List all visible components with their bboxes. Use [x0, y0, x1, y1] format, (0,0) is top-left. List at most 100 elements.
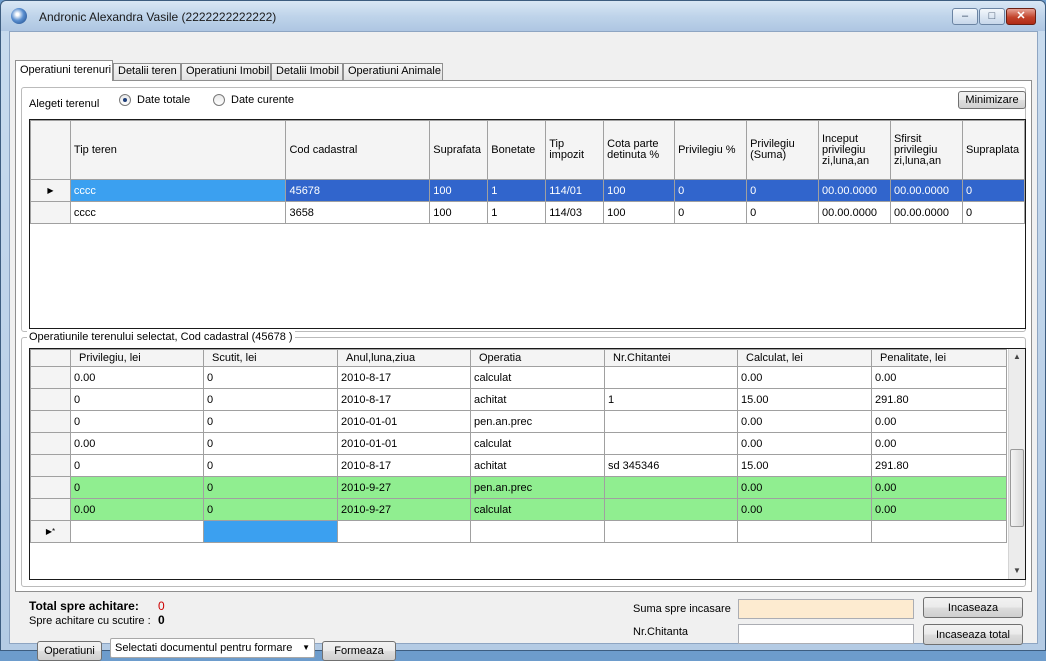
table-cell[interactable]: 15.00	[737, 388, 872, 411]
column-header[interactable]: Cota parte detinuta %	[603, 120, 676, 180]
row-header[interactable]	[30, 498, 71, 521]
table-cell[interactable]: 0	[746, 201, 819, 224]
tab-operatiuni-terenuri[interactable]: Operatiuni terenuri	[15, 60, 113, 81]
column-header[interactable]: Supraplata	[961, 120, 1025, 180]
table-cell[interactable]: 2010-8-17	[337, 388, 471, 411]
table-cell[interactable]: 0	[674, 201, 748, 224]
table-cell[interactable]	[604, 520, 738, 543]
table-row[interactable]: ▶ cccc 45678 100 1 114/01 100 0 0 00.00.…	[30, 179, 1025, 202]
row-header[interactable]	[30, 201, 71, 224]
table-cell[interactable]: 00.00.0000	[818, 179, 891, 202]
table-cell[interactable]	[737, 520, 872, 543]
column-header[interactable]: Tip teren	[69, 120, 287, 180]
table-cell[interactable]: 0.00	[871, 498, 1007, 521]
table-cell[interactable]: calculat	[470, 498, 605, 521]
table-cell[interactable]: 0.00	[737, 498, 872, 521]
column-header[interactable]: Penalitate, lei	[871, 349, 1007, 367]
table-cell[interactable]: 0	[203, 388, 338, 411]
table-cell[interactable]: 0.00	[871, 432, 1007, 455]
table-cell[interactable]	[604, 432, 738, 455]
tab-operatiuni-animale[interactable]: Operatiuni Animale	[343, 63, 443, 80]
table-cell[interactable]: pen.an.prec	[470, 410, 605, 433]
table-cell[interactable]: 00.00.0000	[889, 201, 963, 224]
receipt-input[interactable]	[738, 624, 914, 644]
table-row[interactable]: cccc 3658 100 1 114/03 100 0 0 00.00.000…	[30, 201, 1025, 224]
vertical-scrollbar[interactable]: ▲ ▼	[1008, 349, 1025, 579]
row-header[interactable]	[30, 410, 71, 433]
table-cell[interactable]: 0	[203, 454, 338, 477]
table-cell[interactable]: 1	[487, 179, 547, 202]
table-cell[interactable]: calculat	[470, 432, 605, 455]
table-cell[interactable]: cccc	[69, 179, 287, 202]
table-cell[interactable]	[604, 476, 738, 499]
column-header[interactable]: Sfirsit privilegiu zi,luna,an	[889, 120, 963, 180]
operations-button[interactable]: Operatiuni	[37, 641, 102, 661]
table-cell[interactable]	[604, 410, 738, 433]
table-cell[interactable]: achitat	[470, 388, 605, 411]
table-cell[interactable]	[337, 520, 471, 543]
column-header[interactable]: Tip impozit	[545, 120, 605, 180]
maximize-button[interactable]: □	[979, 8, 1005, 25]
table-cell[interactable]: 2010-9-27	[337, 498, 471, 521]
table-cell[interactable]: 2010-8-17	[337, 366, 471, 389]
table-cell[interactable]: sd 345346	[604, 454, 738, 477]
table-cell[interactable]: 0.00	[70, 498, 204, 521]
column-header[interactable]: Operatia	[470, 349, 605, 367]
title-bar[interactable]: Andronic Alexandra Vasile (2222222222222…	[1, 1, 1045, 31]
table-cell[interactable]: 0	[961, 179, 1025, 202]
table-cell[interactable]: 114/01	[545, 179, 605, 202]
column-header[interactable]: Calculat, lei	[737, 349, 872, 367]
chevron-down-icon[interactable]: ▼	[302, 639, 310, 657]
table-cell[interactable]: 0	[203, 498, 338, 521]
column-header[interactable]: Scutit, lei	[203, 349, 338, 367]
table-cell[interactable]: 00.00.0000	[889, 179, 963, 202]
row-header[interactable]	[30, 454, 71, 477]
table-cell[interactable]: 0	[70, 388, 204, 411]
table-row[interactable]: 0 0 2010-01-01 pen.an.prec 0.00 0.00	[30, 410, 1007, 433]
table-cell[interactable]: 100	[603, 179, 676, 202]
table-cell[interactable]: 0	[203, 366, 338, 389]
collect-button[interactable]: Incaseaza	[923, 597, 1023, 618]
row-header[interactable]	[30, 366, 71, 389]
minimize-grid-button[interactable]: Minimizare	[958, 91, 1026, 109]
table-cell[interactable]: 0.00	[737, 366, 872, 389]
table-row[interactable]: 0 0 2010-8-17 achitat 1 15.00 291.80	[30, 388, 1007, 411]
format-button[interactable]: Formeaza	[322, 641, 396, 661]
table-cell[interactable]	[70, 520, 204, 543]
table-row[interactable]: 0.00 0 2010-01-01 calculat 0.00 0.00	[30, 432, 1007, 455]
column-header[interactable]: Cod cadastral	[285, 120, 431, 180]
table-cell[interactable]: 0	[674, 179, 748, 202]
table-cell[interactable]: 2010-01-01	[337, 432, 471, 455]
radio-date-curente[interactable]: Date curente	[213, 94, 294, 106]
table-cell[interactable]	[871, 520, 1007, 543]
tab-detalii-teren[interactable]: Detalii teren	[113, 63, 181, 80]
amount-input[interactable]	[738, 599, 914, 619]
table-cell[interactable]	[203, 520, 338, 543]
table-row[interactable]: 0 0 2010-9-27 pen.an.prec 0.00 0.00	[30, 476, 1007, 499]
table-row[interactable]: 0 0 2010-8-17 achitat sd 345346 15.00 291.80	[30, 454, 1007, 477]
table-cell[interactable]: 45678	[285, 179, 431, 202]
table-cell[interactable]: 1	[487, 201, 547, 224]
table-cell[interactable]: 0.00	[737, 432, 872, 455]
scroll-down-arrow-icon[interactable]: ▼	[1009, 563, 1025, 579]
scroll-thumb[interactable]	[1010, 449, 1024, 527]
table-cell[interactable]: 114/03	[545, 201, 605, 224]
column-header[interactable]: Privilegiu (Suma)	[746, 120, 819, 180]
minimize-button[interactable]: –	[952, 8, 978, 25]
table-cell[interactable]: 291.80	[871, 388, 1007, 411]
row-header[interactable]	[30, 388, 71, 411]
row-header[interactable]	[30, 432, 71, 455]
table-cell[interactable]: 0	[70, 410, 204, 433]
column-header[interactable]: Bonetate	[487, 120, 547, 180]
tab-detalii-imobil[interactable]: Detalii Imobil	[271, 63, 343, 80]
table-cell[interactable]: 100	[603, 201, 676, 224]
table-cell[interactable]: 15.00	[737, 454, 872, 477]
table-cell[interactable]: 0.00	[871, 476, 1007, 499]
column-header[interactable]: Privilegiu, lei	[70, 349, 204, 367]
table-cell[interactable]: 0.00	[70, 366, 204, 389]
table-cell[interactable]: calculat	[470, 366, 605, 389]
column-header[interactable]: Privilegiu %	[674, 120, 748, 180]
column-header[interactable]: Inceput privilegiu zi,luna,an	[818, 120, 891, 180]
table-cell[interactable]: 3658	[285, 201, 431, 224]
table-cell[interactable]	[470, 520, 605, 543]
